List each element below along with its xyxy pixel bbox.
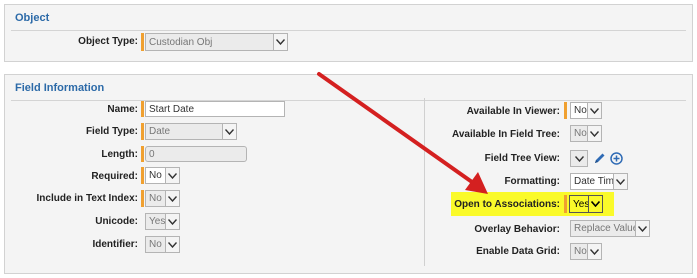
required-marker	[564, 102, 567, 119]
required-marker	[141, 190, 144, 207]
chevron-down-icon	[222, 124, 236, 139]
required-marker	[141, 146, 144, 162]
field-tree-select[interactable]: No	[570, 125, 602, 142]
chevron-down-icon	[635, 221, 649, 236]
identifier-value: No	[149, 239, 162, 250]
object-section-title: Object	[15, 12, 50, 24]
identifier-label: Identifier:	[92, 239, 138, 250]
pencil-icon[interactable]	[592, 150, 606, 166]
name-label: Name:	[107, 104, 138, 115]
chevron-down-icon	[571, 151, 587, 166]
text-index-value: No	[149, 193, 162, 204]
chevron-down-icon	[613, 174, 627, 189]
required-marker	[141, 123, 144, 140]
required-value: No	[149, 170, 162, 181]
chevron-down-icon	[587, 244, 601, 259]
length-value: 0	[149, 148, 155, 160]
formatting-value: Date Time	[574, 176, 613, 187]
chevron-down-icon	[587, 126, 601, 141]
overlay-select[interactable]: Replace Values	[570, 220, 650, 237]
viewer-label: Available In Viewer:	[466, 106, 560, 117]
required-marker	[141, 167, 144, 184]
field-tree-label: Available In Field Tree:	[452, 129, 560, 140]
field-type-select[interactable]: Date	[145, 123, 237, 140]
object-section: Object	[4, 4, 693, 62]
data-grid-select[interactable]: No	[570, 243, 602, 260]
chevron-down-icon	[273, 34, 287, 50]
chevron-down-icon	[165, 168, 179, 183]
viewer-select[interactable]: No	[570, 102, 602, 119]
required-select[interactable]: No	[145, 167, 180, 184]
plus-circle-icon[interactable]	[609, 150, 623, 166]
chevron-down-icon	[588, 196, 602, 212]
name-input[interactable]: Start Date	[145, 101, 285, 117]
text-index-select[interactable]: No	[145, 190, 180, 207]
divider	[11, 100, 686, 101]
field-tree-value: No	[574, 128, 587, 139]
associations-select[interactable]: Yes	[569, 195, 603, 213]
required-marker	[141, 101, 144, 117]
chevron-down-icon	[165, 214, 179, 229]
chevron-down-icon	[165, 237, 179, 252]
object-type-label: Object Type:	[78, 36, 138, 47]
data-grid-value: No	[574, 246, 587, 257]
name-value: Start Date	[149, 103, 195, 115]
required-marker	[141, 33, 144, 51]
associations-value: Yes	[573, 198, 588, 210]
required-label: Required:	[91, 171, 138, 182]
formatting-label: Formatting:	[504, 176, 560, 187]
overlay-label: Overlay Behavior:	[474, 224, 560, 235]
field-type-value: Date	[149, 126, 171, 137]
viewer-value: No	[574, 105, 587, 116]
identifier-select[interactable]: No	[145, 236, 180, 253]
unicode-value: Yes	[149, 216, 165, 227]
object-type-select[interactable]: Custodian Obj	[145, 33, 288, 51]
object-type-value: Custodian Obj	[149, 36, 213, 48]
field-tree-view-label: Field Tree View:	[484, 153, 560, 164]
overlay-value: Replace Values	[574, 223, 635, 234]
text-index-label: Include in Text Index:	[36, 193, 139, 204]
associations-label: Open to Associations:	[454, 199, 560, 210]
column-divider	[424, 98, 425, 266]
divider	[11, 30, 686, 31]
field-info-section-title: Field Information	[15, 82, 105, 94]
chevron-down-icon	[587, 103, 601, 118]
unicode-select[interactable]: Yes	[145, 213, 180, 230]
unicode-label: Unicode:	[95, 216, 138, 227]
required-marker	[564, 195, 567, 213]
formatting-select[interactable]: Date Time	[570, 173, 628, 190]
chevron-down-icon	[165, 191, 179, 206]
data-grid-label: Enable Data Grid:	[476, 246, 560, 257]
length-input[interactable]: 0	[145, 146, 247, 162]
field-tree-view-select[interactable]	[570, 150, 588, 167]
field-type-label: Field Type:	[85, 126, 138, 137]
length-label: Length:	[101, 149, 138, 160]
